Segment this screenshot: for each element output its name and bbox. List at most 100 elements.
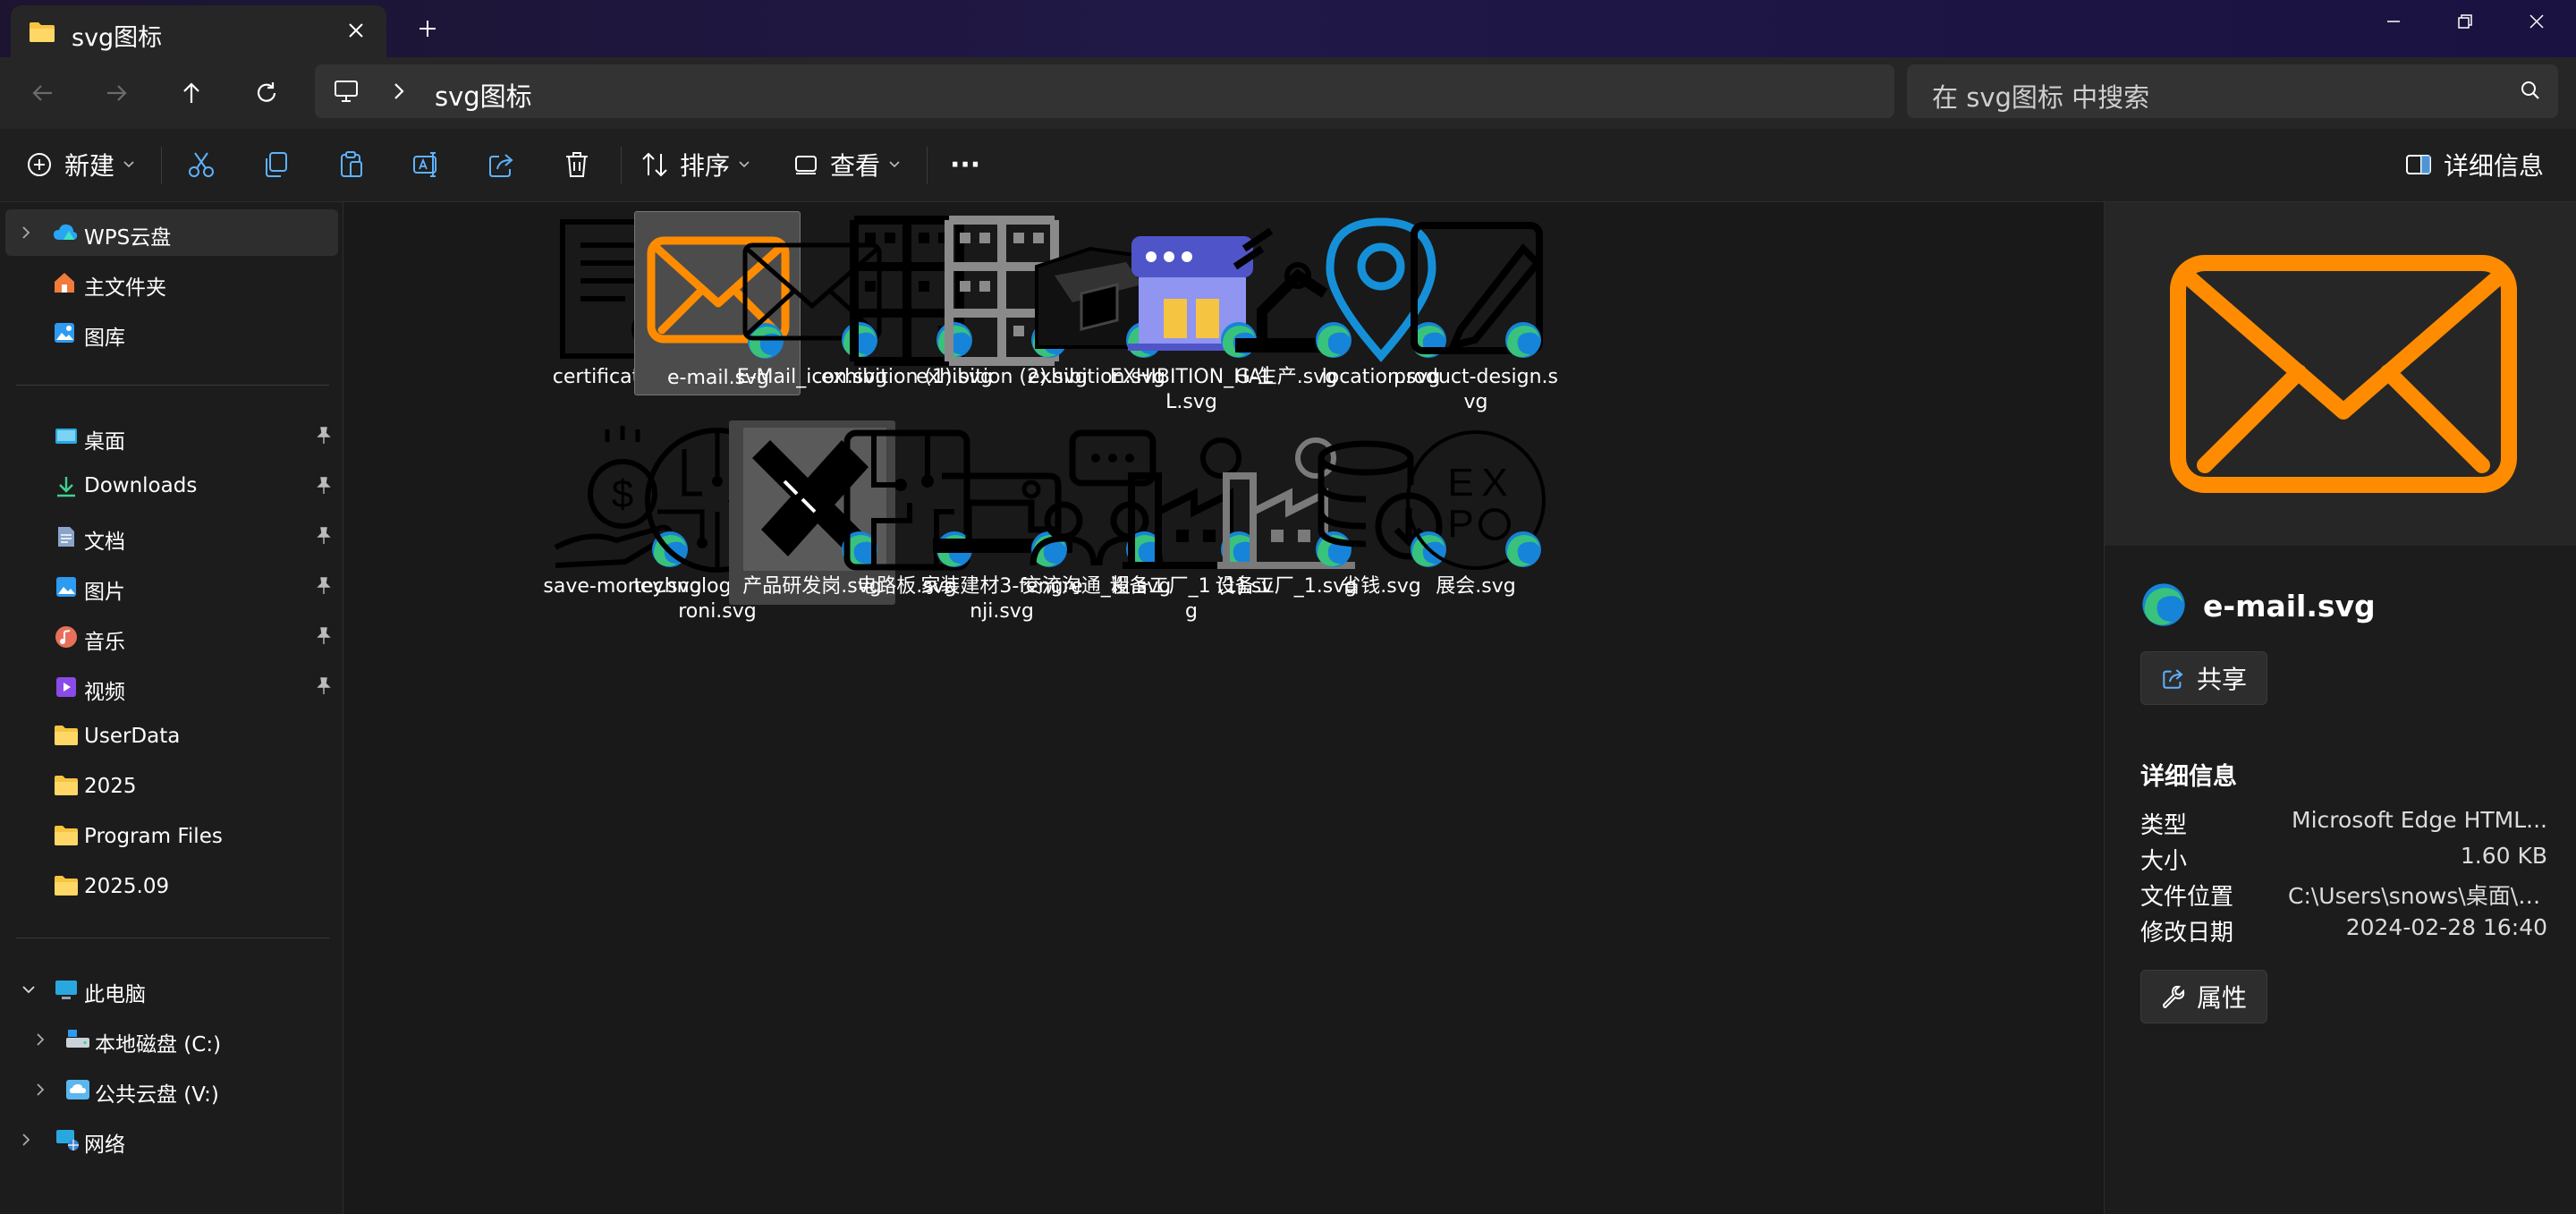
copy-button[interactable] (261, 141, 292, 188)
search-icon[interactable] (2519, 79, 2542, 106)
sidebar-item-pictures[interactable]: 图片 (5, 564, 338, 610)
view-label: 查看 (830, 151, 881, 181)
trash-icon (566, 152, 588, 177)
pin-icon[interactable] (315, 576, 333, 599)
sidebar-item-label: Program Files (84, 825, 223, 848)
sidebar-item-label: WPS云盘 (84, 226, 172, 250)
close-window-button[interactable] (2501, 0, 2572, 43)
details-label: 详细信息 (2444, 151, 2545, 181)
details-section-title: 详细信息 (2140, 763, 2237, 791)
new-tab-button[interactable] (410, 11, 445, 47)
chevron-right-icon[interactable] (34, 1081, 47, 1102)
chevron-down-icon[interactable] (20, 981, 38, 1002)
new-button[interactable]: 新建 (25, 141, 134, 188)
details-pane: e-mail.svg 共享 详细信息 类型 Microsoft Edge HTM… (2104, 202, 2576, 1214)
sidebar-item-this-pc[interactable]: 此电脑 (5, 966, 338, 1013)
view-icon (795, 156, 817, 174)
detail-key: 大小 (2140, 848, 2188, 875)
forward-arrow-icon[interactable] (95, 72, 138, 115)
detail-key: 修改日期 (2140, 920, 2234, 947)
file-name: product-design.svg (1394, 366, 1558, 413)
address-bar[interactable]: svg图标 (315, 64, 1894, 118)
breadcrumb[interactable]: svg图标 (435, 76, 532, 114)
refresh-icon[interactable] (245, 72, 288, 115)
sidebar-item-music[interactable]: 音乐 (5, 614, 338, 660)
pin-icon[interactable] (315, 676, 333, 700)
close-tab-icon[interactable] (340, 14, 372, 47)
back-arrow-icon[interactable] (21, 72, 64, 115)
chevron-down-icon (739, 161, 750, 168)
drive-icon (64, 1027, 89, 1052)
pin-icon[interactable] (315, 626, 333, 649)
sidebar-item-program-files[interactable]: Program Files (5, 814, 338, 861)
svg-text:X: X (1481, 461, 1507, 505)
chevron-down-icon (123, 161, 134, 168)
sidebar-item-label: 此电脑 (84, 983, 146, 1006)
sidebar-item-desktop[interactable]: 桌面 (5, 413, 338, 460)
video-icon (54, 675, 79, 700)
scissors-icon (189, 152, 214, 177)
properties-button[interactable]: 属性 (2140, 970, 2268, 1023)
chevron-right-icon[interactable] (34, 1031, 47, 1052)
share-button[interactable] (487, 141, 517, 188)
edge-browser-icon (1505, 322, 1541, 358)
chevron-right-icon[interactable] (390, 79, 408, 107)
detail-row-modified: 修改日期 2024-02-28 16:40 (2140, 914, 2547, 950)
search-input[interactable]: 在 svg图标 中搜索 (1907, 64, 2558, 118)
file-tile[interactable]: E X P 展会.svg (1393, 420, 1559, 605)
detail-key: 类型 (2140, 812, 2188, 839)
sidebar-item-network[interactable]: 网络 (5, 1116, 338, 1163)
rename-icon (413, 152, 436, 177)
chevron-right-icon[interactable] (20, 1131, 32, 1152)
sidebar-item-label: 音乐 (84, 631, 125, 654)
sidebar-item-local-disk-c[interactable]: 本地磁盘 (C:) (5, 1016, 338, 1063)
network-icon (54, 1127, 79, 1152)
sidebar-item-home[interactable]: 主文件夹 (5, 259, 338, 306)
view-button[interactable]: 查看 (792, 141, 900, 188)
sidebar-item-wps-cloud[interactable]: WPS云盘 (5, 209, 338, 256)
cut-button[interactable] (186, 141, 216, 188)
more-options-button[interactable]: ··· (950, 141, 980, 188)
detail-row-location: 文件位置 C:\Users\snows\桌面\s... (2140, 879, 2547, 914)
sidebar-item-label: 图库 (84, 327, 125, 350)
sidebar-item-label: 2025 (84, 775, 137, 798)
tab-svg-icons[interactable]: svg图标 (11, 5, 386, 57)
cloud-icon (52, 220, 78, 245)
pin-icon[interactable] (315, 426, 333, 449)
sidebar-item-2025-09[interactable]: 2025.09 (5, 864, 338, 911)
music-icon (54, 624, 79, 649)
sidebar-item-userdata[interactable]: UserData (5, 714, 338, 760)
computer-icon[interactable] (333, 79, 360, 107)
folder-icon (54, 725, 79, 750)
detail-row-size: 大小 1.60 KB (2140, 843, 2547, 879)
more-label: ··· (950, 149, 981, 181)
minimize-button[interactable] (2358, 0, 2429, 43)
file-preview (2105, 202, 2576, 546)
sort-button[interactable]: 排序 (640, 141, 750, 188)
delete-button[interactable] (562, 141, 592, 188)
share-button[interactable]: 共享 (2140, 651, 2268, 705)
sidebar-item-cloud-drive-v[interactable]: 公共云盘 (V:) (5, 1066, 338, 1113)
sidebar-item-videos[interactable]: 视频 (5, 664, 338, 710)
sidebar-item-documents[interactable]: 文档 (5, 514, 338, 560)
detail-key: 文件位置 (2140, 884, 2234, 911)
desktop-icon (54, 424, 79, 449)
rename-button[interactable] (411, 141, 442, 188)
sidebar-item-2025[interactable]: 2025 (5, 764, 338, 811)
divider (621, 147, 622, 184)
restore-button[interactable] (2429, 0, 2501, 43)
chevron-right-icon[interactable] (20, 224, 32, 245)
up-arrow-icon[interactable] (170, 72, 213, 115)
sidebar-item-label: 本地磁盘 (C:) (95, 1033, 222, 1057)
details-pane-icon (2406, 155, 2431, 174)
paste-button[interactable] (336, 141, 367, 188)
file-tile[interactable]: product-design.svg (1393, 211, 1559, 413)
plus-circle-icon (28, 153, 51, 176)
edge-browser-icon (2142, 583, 2185, 626)
divider (927, 147, 928, 184)
sidebar-item-downloads[interactable]: Downloads (5, 463, 338, 510)
details-pane-button[interactable]: 详细信息 (2404, 141, 2544, 188)
pin-icon[interactable] (315, 526, 333, 549)
sidebar-item-gallery[interactable]: 图库 (5, 310, 338, 356)
pin-icon[interactable] (315, 476, 333, 499)
